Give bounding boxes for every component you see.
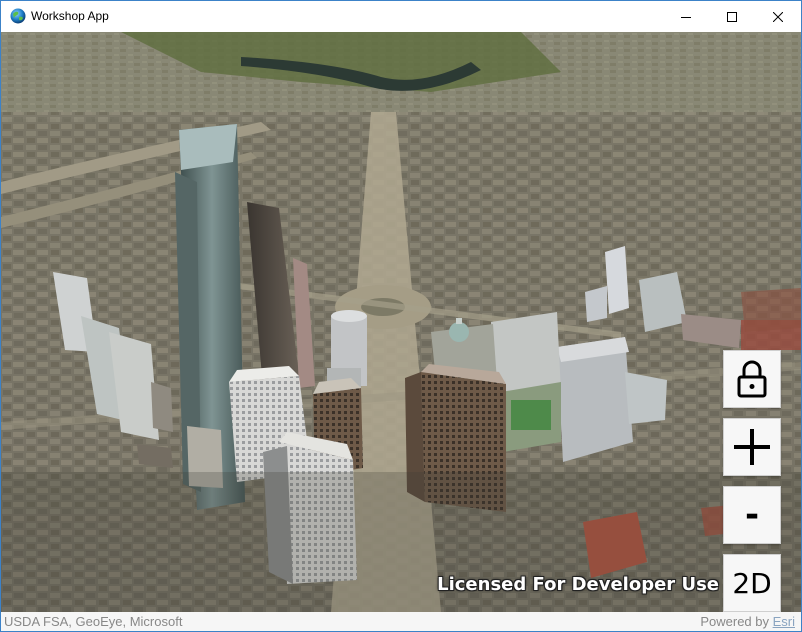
window-title: Workshop App [31, 9, 109, 23]
zoom-in-button[interactable] [723, 418, 781, 476]
view-toggle-2d-button[interactable]: 2D [723, 554, 781, 612]
plus-icon [734, 429, 770, 465]
view-toggle-label: 2D [732, 566, 772, 600]
attribution-bar: USDA FSA, GeoEye, Microsoft Powered by E… [1, 612, 801, 631]
powered-by-prefix: Powered by [700, 614, 773, 629]
lock-button[interactable] [723, 350, 781, 408]
scene-view[interactable]: - 2D Licensed For Developer Use [1, 32, 801, 612]
zoom-out-label: - [744, 495, 760, 535]
license-watermark: Licensed For Developer Use [437, 574, 719, 595]
powered-by: Powered by Esri [700, 614, 795, 629]
lock-icon [737, 360, 767, 398]
globe-icon [10, 8, 26, 24]
close-button[interactable] [755, 1, 801, 32]
attribution-sources: USDA FSA, GeoEye, Microsoft [4, 614, 183, 629]
aerial-3d-imagery [1, 32, 801, 612]
maximize-icon [727, 11, 737, 22]
minimize-icon [681, 16, 691, 18]
esri-link[interactable]: Esri [773, 614, 795, 629]
zoom-out-button[interactable]: - [723, 486, 781, 544]
maximize-button[interactable] [709, 1, 755, 32]
minimize-button[interactable] [663, 1, 709, 32]
title-bar[interactable]: Workshop App [1, 1, 801, 32]
close-icon [773, 11, 783, 22]
app-window: Workshop App - 2D Licensed For Developer… [0, 0, 802, 632]
